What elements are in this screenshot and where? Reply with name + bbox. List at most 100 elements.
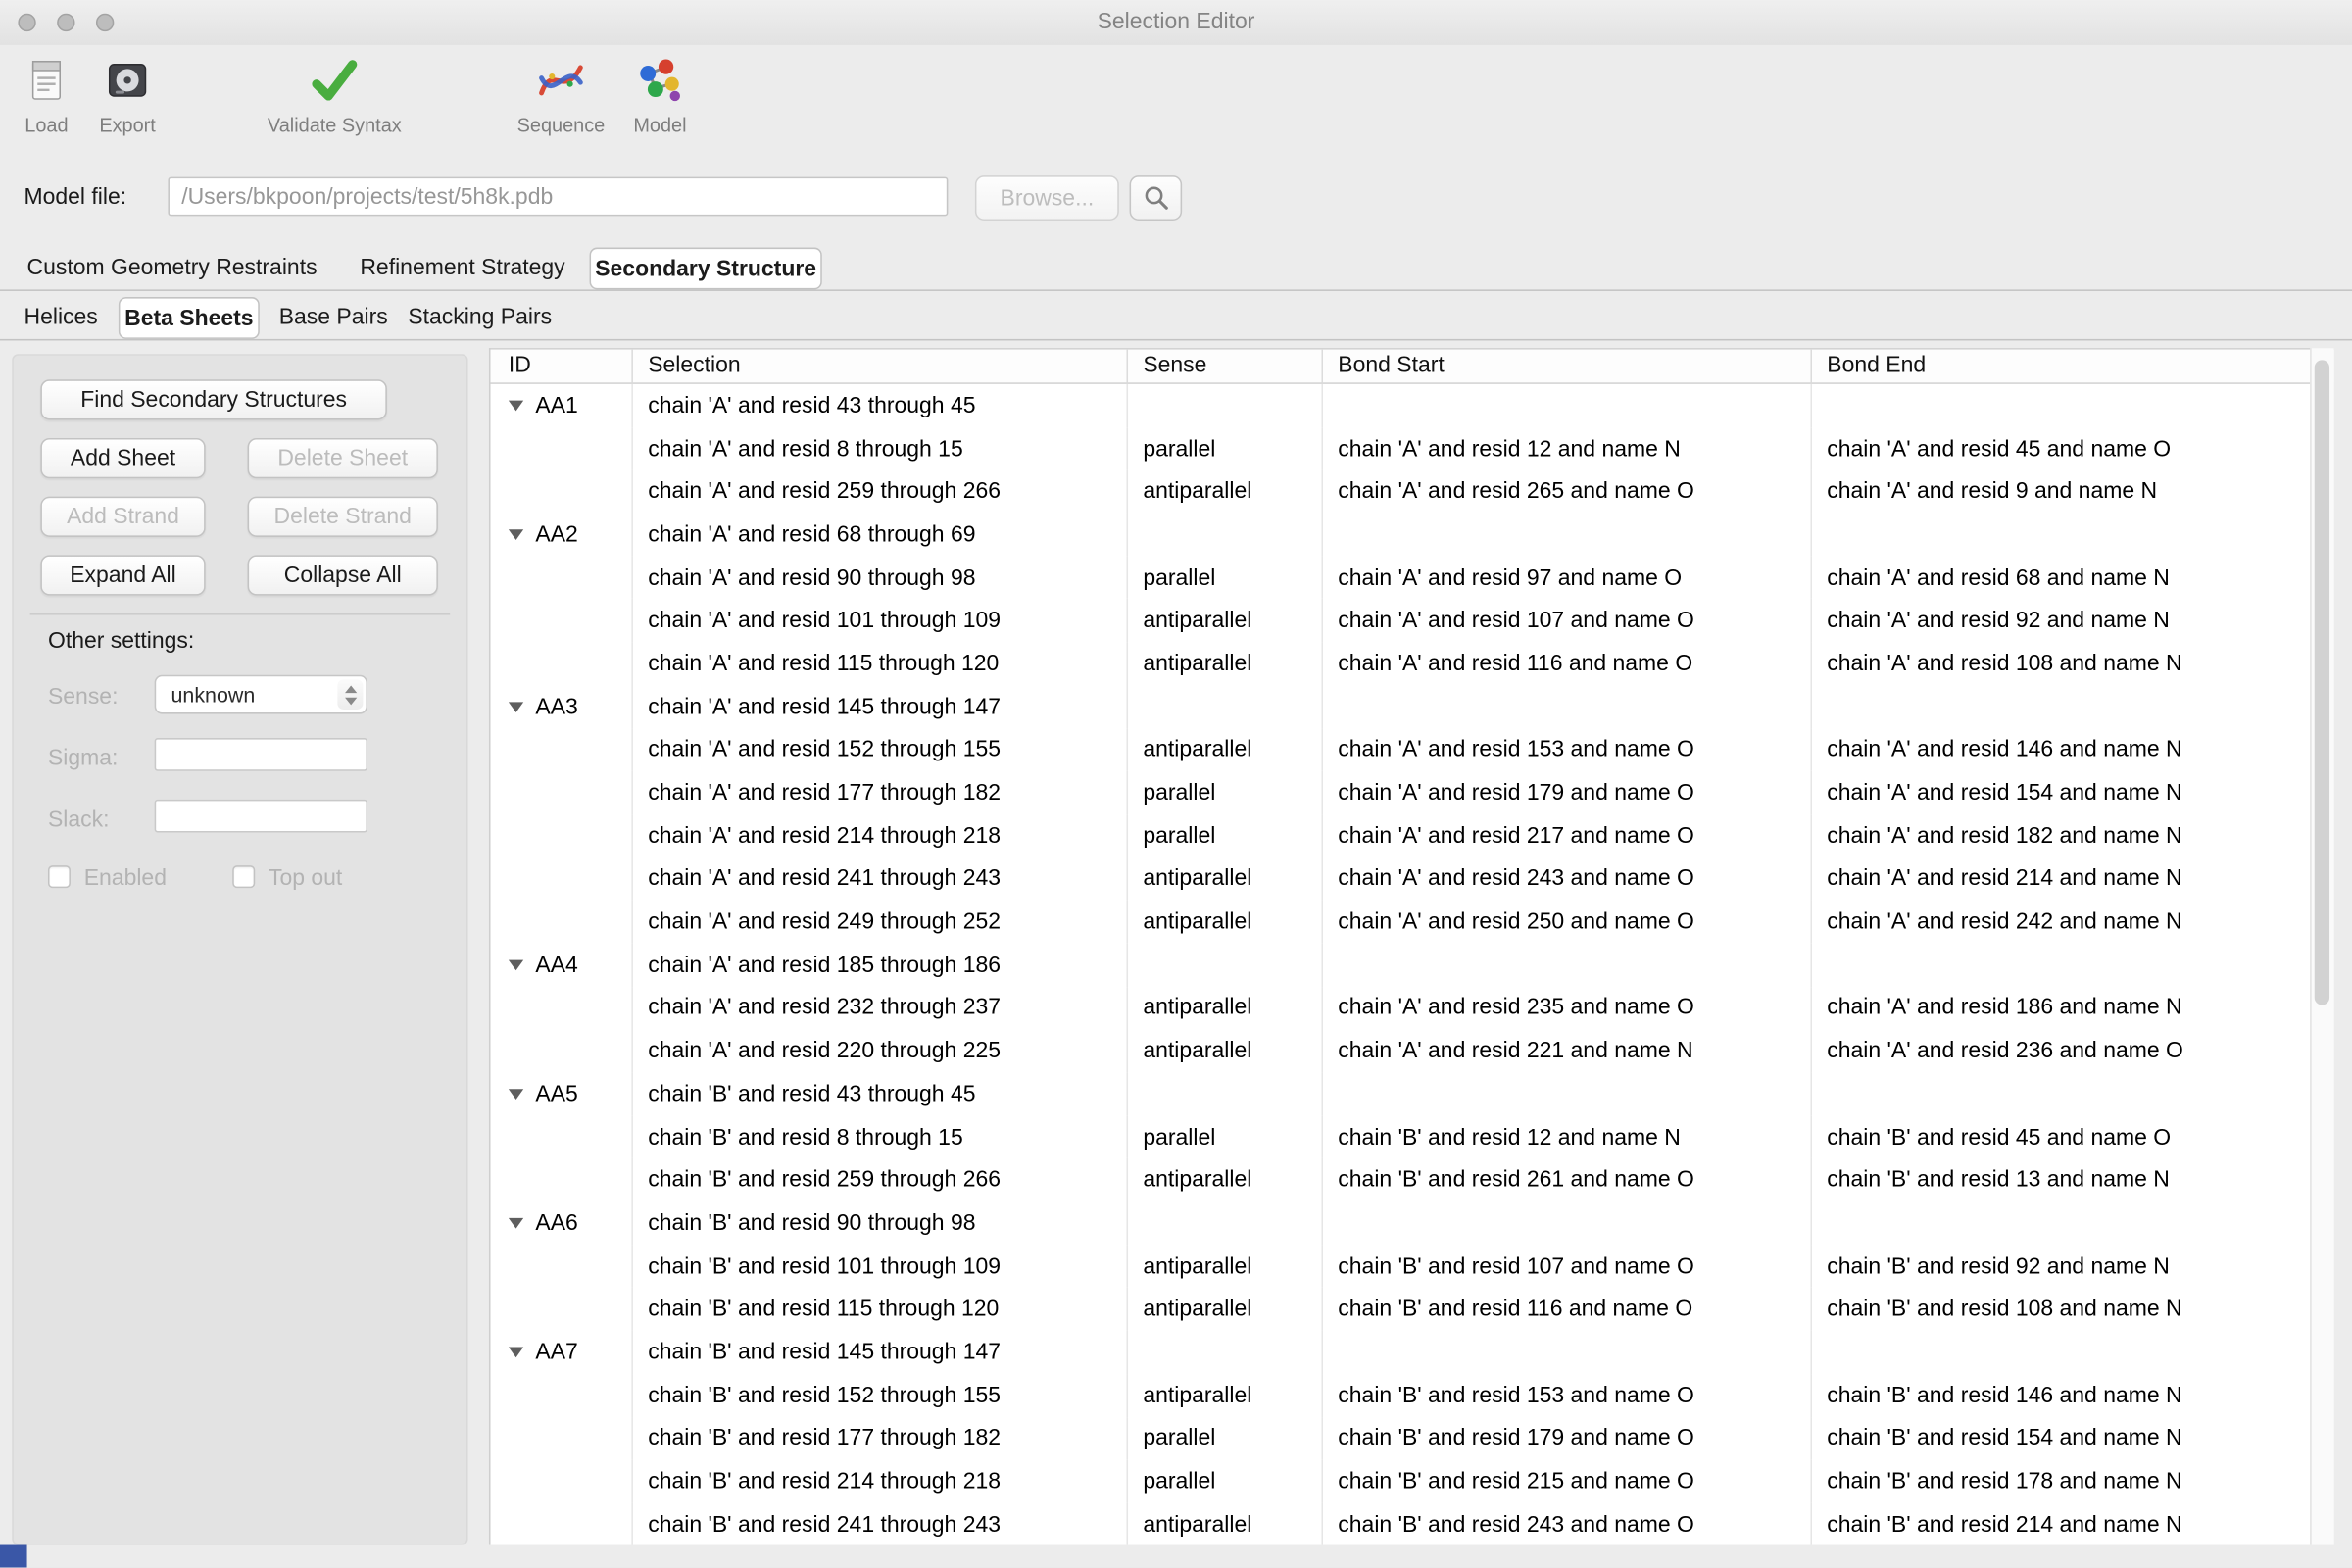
bond-start-cell: chain 'B' and resid 261 and name O xyxy=(1323,1158,1812,1201)
table-row[interactable]: chain 'B' and resid 101 through 109antip… xyxy=(491,1245,2334,1288)
selection-cell: chain 'B' and resid 101 through 109 xyxy=(633,1245,1128,1288)
disclosure-triangle-icon[interactable] xyxy=(509,529,523,540)
add-sheet-button[interactable]: Add Sheet xyxy=(40,438,205,478)
expand-all-button[interactable]: Expand All xyxy=(40,555,205,595)
slack-input[interactable] xyxy=(155,800,368,833)
sense-cell: parallel xyxy=(1128,814,1323,858)
table-row[interactable]: chain 'A' and resid 8 through 15parallel… xyxy=(491,427,2334,470)
table-row[interactable]: chain 'B' and resid 152 through 155antip… xyxy=(491,1374,2334,1417)
table-row[interactable]: chain 'B' and resid 259 through 266antip… xyxy=(491,1158,2334,1201)
tab-secondary-structure[interactable]: Secondary Structure xyxy=(590,248,822,290)
scrollbar-thumb[interactable] xyxy=(2315,360,2329,1004)
tab-custom-geometry-restraints[interactable]: Custom Geometry Restraints xyxy=(27,246,318,289)
model-file-label: Model file: xyxy=(24,178,126,218)
column-header-sense[interactable]: Sense xyxy=(1128,350,1323,383)
sense-dropdown[interactable]: unknown xyxy=(155,675,368,714)
table-row[interactable]: AA2chain 'A' and resid 68 through 69 xyxy=(491,514,2334,557)
bond-start-cell xyxy=(1323,384,1812,427)
table-row[interactable]: chain 'B' and resid 241 through 243antip… xyxy=(491,1502,2334,1544)
selection-cell: chain 'B' and resid 145 through 147 xyxy=(633,1331,1128,1374)
table-row[interactable]: chain 'A' and resid 177 through 182paral… xyxy=(491,771,2334,814)
sense-cell: antiparallel xyxy=(1128,1029,1323,1072)
table-row[interactable]: chain 'A' and resid 152 through 155antip… xyxy=(491,728,2334,771)
disclosure-triangle-icon[interactable] xyxy=(509,959,523,970)
selection-cell: chain 'A' and resid 177 through 182 xyxy=(633,771,1128,814)
sense-cell: parallel xyxy=(1128,556,1323,599)
table-row[interactable]: chain 'A' and resid 241 through 243antip… xyxy=(491,858,2334,901)
sequence-button[interactable]: Sequence xyxy=(512,51,611,136)
tab-base-pairs[interactable]: Base Pairs xyxy=(279,296,388,339)
column-header-bond-end[interactable]: Bond End xyxy=(1812,350,2312,383)
bond-start-cell: chain 'A' and resid 235 and name O xyxy=(1323,987,1812,1030)
model-file-input[interactable] xyxy=(168,177,948,217)
bond-start-cell: chain 'B' and resid 243 and name O xyxy=(1323,1502,1812,1544)
table-row[interactable]: chain 'A' and resid 115 through 120antip… xyxy=(491,642,2334,685)
toolbar: Load Export Validate Syntax xyxy=(0,45,2352,153)
tab-stacking-pairs[interactable]: Stacking Pairs xyxy=(408,296,552,339)
tab-refinement-strategy[interactable]: Refinement Strategy xyxy=(360,246,564,289)
table-row[interactable]: AA1chain 'A' and resid 43 through 45 xyxy=(491,384,2334,427)
export-button[interactable]: Export xyxy=(87,51,169,136)
sense-cell: antiparallel xyxy=(1128,470,1323,514)
bond-start-cell: chain 'A' and resid 179 and name O xyxy=(1323,771,1812,814)
bond-end-cell xyxy=(1812,685,2312,728)
disclosure-triangle-icon[interactable] xyxy=(509,702,523,712)
table-row[interactable]: chain 'A' and resid 220 through 225antip… xyxy=(491,1029,2334,1072)
load-button[interactable]: Load xyxy=(12,51,80,136)
column-header-id[interactable]: ID xyxy=(491,350,633,383)
model-button[interactable]: Model xyxy=(619,51,701,136)
table-row[interactable]: chain 'A' and resid 101 through 109antip… xyxy=(491,599,2334,642)
table-row[interactable]: chain 'B' and resid 177 through 182paral… xyxy=(491,1417,2334,1460)
disclosure-triangle-icon[interactable] xyxy=(509,1218,523,1229)
sense-cell: antiparallel xyxy=(1128,642,1323,685)
sigma-input[interactable] xyxy=(155,738,368,771)
bond-start-cell: chain 'A' and resid 97 and name O xyxy=(1323,556,1812,599)
vertical-scrollbar[interactable] xyxy=(2310,348,2333,1544)
sense-cell: parallel xyxy=(1128,1417,1323,1460)
enabled-checkbox[interactable] xyxy=(48,865,71,888)
bond-end-cell xyxy=(1812,1201,2312,1245)
table-row[interactable]: AA7chain 'B' and resid 145 through 147 xyxy=(491,1331,2334,1374)
table-row[interactable]: chain 'A' and resid 249 through 252antip… xyxy=(491,901,2334,944)
table-row[interactable]: chain 'A' and resid 90 through 98paralle… xyxy=(491,556,2334,599)
bond-end-cell: chain 'A' and resid 68 and name N xyxy=(1812,556,2312,599)
table-header: ID Selection Sense Bond Start Bond End xyxy=(491,350,2334,384)
delete-sheet-button[interactable]: Delete Sheet xyxy=(248,438,438,478)
table-row[interactable]: chain 'A' and resid 259 through 266antip… xyxy=(491,470,2334,514)
bond-end-cell: chain 'B' and resid 178 and name N xyxy=(1812,1460,2312,1503)
bond-start-cell xyxy=(1323,1201,1812,1245)
table-row[interactable]: chain 'B' and resid 115 through 120antip… xyxy=(491,1288,2334,1331)
table-row[interactable]: chain 'A' and resid 232 through 237antip… xyxy=(491,987,2334,1030)
row-id-cell: AA6 xyxy=(491,1201,633,1245)
table-row[interactable]: AA4chain 'A' and resid 185 through 186 xyxy=(491,944,2334,987)
sheet-id: AA6 xyxy=(535,1210,577,1236)
slack-label: Slack: xyxy=(48,807,110,832)
table-row[interactable]: chain 'A' and resid 214 through 218paral… xyxy=(491,814,2334,858)
tab-beta-sheets[interactable]: Beta Sheets xyxy=(119,297,260,339)
table-row[interactable]: AA3chain 'A' and resid 145 through 147 xyxy=(491,685,2334,728)
disclosure-triangle-icon[interactable] xyxy=(509,400,523,411)
delete-strand-button[interactable]: Delete Strand xyxy=(248,497,438,537)
tab-helices[interactable]: Helices xyxy=(24,296,97,339)
row-id-cell xyxy=(491,599,633,642)
disclosure-triangle-icon[interactable] xyxy=(509,1347,523,1357)
add-strand-button[interactable]: Add Strand xyxy=(40,497,205,537)
browse-button[interactable]: Browse... xyxy=(975,175,1119,220)
collapse-all-button[interactable]: Collapse All xyxy=(248,555,438,595)
validate-syntax-button[interactable]: Validate Syntax xyxy=(249,51,419,136)
sense-cell: antiparallel xyxy=(1128,1245,1323,1288)
top-out-checkbox[interactable] xyxy=(232,865,255,888)
column-header-selection[interactable]: Selection xyxy=(633,350,1128,383)
table-row[interactable]: AA5chain 'B' and resid 43 through 45 xyxy=(491,1072,2334,1115)
search-button[interactable] xyxy=(1130,175,1183,220)
table-row[interactable]: AA6chain 'B' and resid 90 through 98 xyxy=(491,1201,2334,1245)
find-secondary-structures-button[interactable]: Find Secondary Structures xyxy=(40,379,387,419)
sheet-id: AA1 xyxy=(535,393,577,418)
table-row[interactable]: chain 'B' and resid 8 through 15parallel… xyxy=(491,1115,2334,1158)
column-header-bond-start[interactable]: Bond Start xyxy=(1323,350,1812,383)
table-row[interactable]: chain 'B' and resid 214 through 218paral… xyxy=(491,1460,2334,1503)
disclosure-triangle-icon[interactable] xyxy=(509,1089,523,1100)
row-id-cell xyxy=(491,1158,633,1201)
table-body: AA1chain 'A' and resid 43 through 45chai… xyxy=(491,384,2334,1545)
load-icon xyxy=(12,51,80,111)
